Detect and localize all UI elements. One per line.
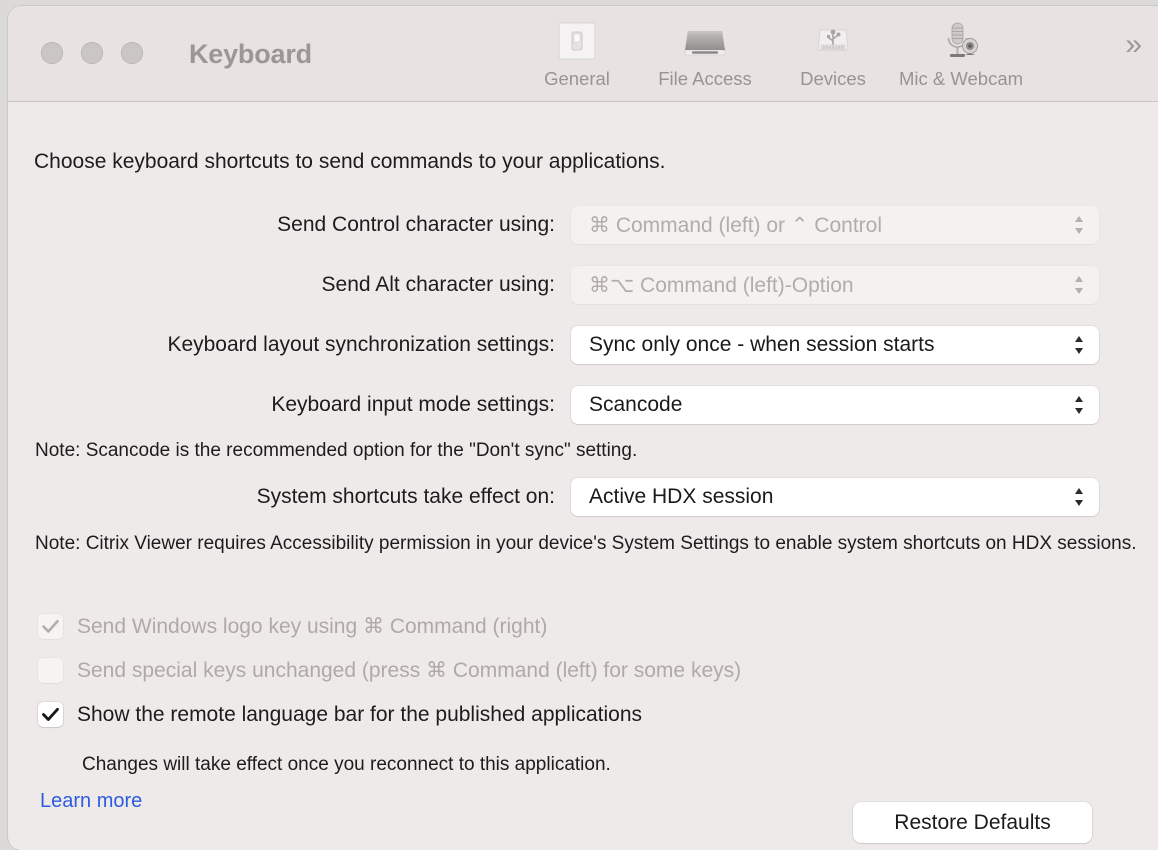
chevron-up-down-icon [1072, 393, 1086, 417]
keyboard-layout-sync-popup[interactable]: Sync only once - when session starts [571, 326, 1099, 364]
usb-drive-icon [811, 18, 855, 64]
switch-plate-icon [555, 18, 599, 64]
toolbar-item-mic-webcam[interactable]: Mic & Webcam [897, 14, 1025, 90]
changes-note: Changes will take effect once you reconn… [82, 754, 611, 776]
row-keyboard-layout-sync: Keyboard layout synchronization settings… [8, 325, 1158, 365]
checkbox-send-windows-logo-key[interactable] [38, 614, 63, 639]
checkbox-label: Send special keys unchanged (press ⌘ Com… [77, 658, 741, 683]
minimize-button[interactable] [81, 42, 103, 64]
keyboard-preferences-window: Keyboard General [8, 6, 1158, 850]
checkmark-icon [38, 702, 63, 727]
checkbox-row-send-windows-logo-key[interactable]: Send Windows logo key using ⌘ Command (r… [38, 614, 547, 639]
row-control: ⌘⌥ Command (left)-Option [571, 266, 1099, 304]
intro-text: Choose keyboard shortcuts to send comman… [34, 150, 666, 174]
chevron-up-down-icon [1072, 485, 1086, 509]
toolbar-item-general[interactable]: General [513, 14, 641, 90]
toolbar-item-file-access[interactable]: File Access [641, 14, 769, 90]
send-alt-character-popup[interactable]: ⌘⌥ Command (left)-Option [571, 266, 1099, 304]
page-title: Keyboard [189, 39, 312, 70]
chevron-up-down-icon [1072, 213, 1086, 237]
restore-defaults-button[interactable]: Restore Defaults [853, 802, 1092, 843]
checkbox-send-special-keys-unchanged[interactable] [38, 658, 63, 683]
chevron-up-down-icon [1072, 273, 1086, 297]
checkbox-label: Show the remote language bar for the pub… [77, 703, 642, 727]
toolbar-item-label: File Access [658, 68, 752, 90]
toolbar-item-label: Mic & Webcam [899, 68, 1023, 90]
hard-drive-icon [682, 18, 728, 64]
toolbar-item-label: General [544, 68, 610, 90]
row-send-control-character: Send Control character using: ⌘ Command … [8, 205, 1158, 245]
system-shortcuts-popup[interactable]: Active HDX session [571, 478, 1099, 516]
row-control: Sync only once - when session starts [571, 326, 1099, 364]
send-control-character-popup[interactable]: ⌘ Command (left) or ⌃ Control [571, 206, 1099, 244]
row-system-shortcuts: System shortcuts take effect on: Active … [8, 477, 1158, 517]
row-label: System shortcuts take effect on: [8, 485, 555, 509]
window-toolbar: Keyboard General [8, 6, 1158, 102]
checkbox-row-show-remote-language-bar[interactable]: Show the remote language bar for the pub… [38, 702, 642, 727]
row-control: Active HDX session [571, 478, 1099, 516]
popup-value: Active HDX session [571, 485, 773, 509]
preferences-content: Choose keyboard shortcuts to send comman… [8, 102, 1158, 850]
learn-more-link[interactable]: Learn more [40, 790, 142, 813]
checkbox-show-remote-language-bar[interactable] [38, 702, 63, 727]
checkmark-icon [38, 614, 63, 639]
row-control: ⌘ Command (left) or ⌃ Control [571, 206, 1099, 244]
toolbar-item-label: Devices [800, 68, 866, 90]
checkbox-row-send-special-keys-unchanged[interactable]: Send special keys unchanged (press ⌘ Com… [38, 658, 741, 683]
row-keyboard-input-mode: Keyboard input mode settings: Scancode [8, 385, 1158, 425]
popup-value: Scancode [571, 393, 682, 417]
checkbox-label: Send Windows logo key using ⌘ Command (r… [77, 614, 547, 639]
row-label: Send Control character using: [8, 213, 555, 237]
chevron-up-down-icon [1072, 333, 1086, 357]
row-label: Send Alt character using: [8, 273, 555, 297]
toolbar-overflow-chevron-icon[interactable]: » [1125, 30, 1142, 60]
popup-value: ⌘ Command (left) or ⌃ Control [571, 213, 882, 238]
row-control: Scancode [571, 386, 1099, 424]
mic-webcam-icon [937, 18, 985, 64]
traffic-light-buttons [41, 42, 143, 64]
note-accessibility: Note: Citrix Viewer requires Accessibili… [35, 530, 1140, 558]
zoom-button[interactable] [121, 42, 143, 64]
toolbar-items: General File Access [513, 14, 1025, 90]
row-send-alt-character: Send Alt character using: ⌘⌥ Command (le… [8, 265, 1158, 305]
row-label: Keyboard layout synchronization settings… [8, 333, 555, 357]
toolbar-item-devices[interactable]: Devices [769, 14, 897, 90]
popup-value: Sync only once - when session starts [571, 333, 935, 357]
keyboard-input-mode-popup[interactable]: Scancode [571, 386, 1099, 424]
close-button[interactable] [41, 42, 63, 64]
popup-value: ⌘⌥ Command (left)-Option [571, 273, 854, 298]
row-label: Keyboard input mode settings: [8, 393, 555, 417]
note-scancode: Note: Scancode is the recommended option… [35, 437, 637, 465]
